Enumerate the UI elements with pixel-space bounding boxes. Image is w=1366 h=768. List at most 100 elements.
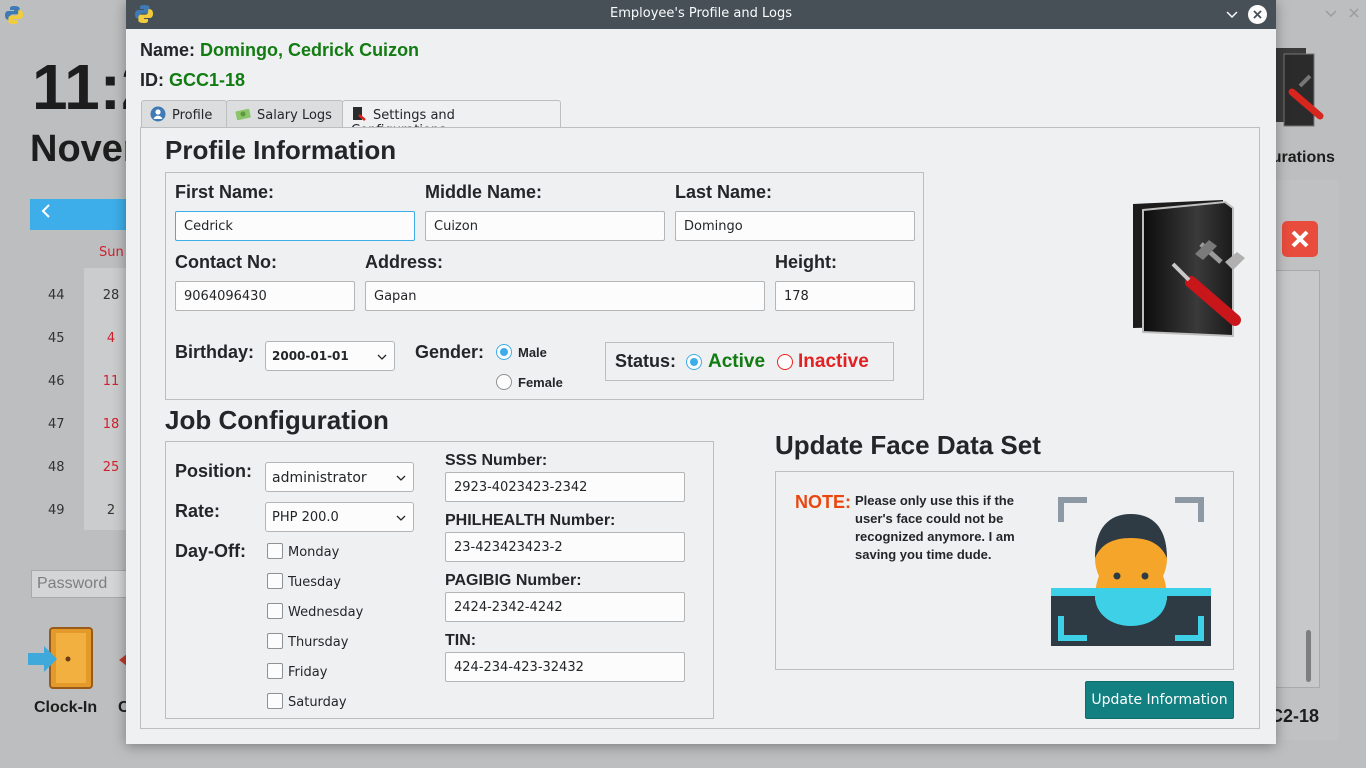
window-title: Employee's Profile and Logs bbox=[610, 6, 792, 21]
chevron-down-icon[interactable] bbox=[1224, 6, 1240, 22]
first-name-label: First Name: bbox=[175, 182, 275, 202]
employee-id: GCC1-18 bbox=[169, 70, 246, 90]
dayoff-thursday-checkbox[interactable] bbox=[267, 633, 283, 649]
date-month: Nover bbox=[30, 128, 138, 170]
settings-folder-icon[interactable] bbox=[1270, 46, 1332, 132]
dayoff-wednesday-label: Wednesday bbox=[288, 605, 364, 620]
job-config-group: Position: administrator Rate: PHP 200.0 … bbox=[165, 441, 714, 719]
face-scan-icon bbox=[1051, 497, 1211, 646]
address-field[interactable]: Gapan bbox=[365, 281, 765, 311]
door-icon[interactable] bbox=[28, 627, 94, 689]
address-label: Address: bbox=[365, 252, 444, 272]
week-number: 44 bbox=[48, 288, 65, 303]
gender-female-label: Female bbox=[518, 375, 563, 390]
dayoff-wednesday-checkbox[interactable] bbox=[267, 603, 283, 619]
height-field[interactable]: 178 bbox=[775, 281, 915, 311]
calendar-day[interactable]: 11 bbox=[100, 374, 122, 389]
tab-salary-logs[interactable]: Salary Logs bbox=[226, 100, 343, 128]
calendar-nav-bar[interactable] bbox=[30, 199, 130, 230]
close-icon[interactable] bbox=[1282, 221, 1318, 257]
close-icon[interactable] bbox=[1248, 5, 1267, 24]
status-active-label: Active bbox=[708, 351, 766, 372]
chevron-down-icon[interactable] bbox=[396, 473, 406, 483]
employee-name: Domingo, Cedrick Cuizon bbox=[200, 40, 420, 60]
job-config-heading: Job Configuration bbox=[165, 405, 389, 435]
dayoff-tuesday-checkbox[interactable] bbox=[267, 573, 283, 589]
employee-name-line: Name: Domingo, Cedrick Cuizon bbox=[140, 40, 419, 61]
close-button[interactable] bbox=[1248, 5, 1267, 24]
logs-list[interactable] bbox=[1270, 270, 1320, 688]
position-select[interactable]: administrator bbox=[265, 462, 414, 492]
status-inactive-radio[interactable] bbox=[777, 354, 793, 370]
update-information-button[interactable]: Update Information bbox=[1085, 681, 1234, 719]
chevron-down-icon[interactable] bbox=[377, 352, 387, 362]
face-data-heading: Update Face Data Set bbox=[775, 430, 1041, 460]
first-name-field[interactable]: Cedrick bbox=[175, 211, 415, 241]
calendar-day[interactable]: 25 bbox=[100, 460, 122, 475]
week-number: 45 bbox=[48, 331, 65, 346]
profile-info-group: First Name: Cedrick Middle Name: Cuizon … bbox=[165, 172, 924, 400]
philhealth-label: PHILHEALTH Number: bbox=[445, 512, 616, 529]
rate-select[interactable]: PHP 200.0 bbox=[265, 502, 414, 532]
face-data-group: NOTE: Please only use this if the user's… bbox=[775, 471, 1234, 670]
calendar-day[interactable]: 18 bbox=[100, 417, 122, 432]
height-label: Height: bbox=[775, 252, 837, 272]
philhealth-field[interactable]: 23-423423423-2 bbox=[445, 532, 685, 562]
user-icon bbox=[150, 106, 166, 122]
profile-info-heading: Profile Information bbox=[165, 135, 397, 165]
dayoff-tuesday-label: Tuesday bbox=[288, 575, 341, 590]
scrollbar-handle[interactable] bbox=[1306, 630, 1311, 682]
note-text: Please only use this if the user's face … bbox=[855, 493, 1015, 562]
middle-name-field[interactable]: Cuizon bbox=[425, 211, 665, 241]
tab-profile[interactable]: Profile bbox=[141, 100, 227, 128]
sss-field[interactable]: 2923-4023423-2342 bbox=[445, 472, 685, 502]
position-label: Position: bbox=[175, 461, 252, 481]
gender-male-label: Male bbox=[518, 345, 547, 360]
note-label: NOTE: bbox=[795, 492, 851, 512]
calendar-day[interactable]: 28 bbox=[100, 288, 122, 303]
dayoff-friday-checkbox[interactable] bbox=[267, 663, 283, 679]
id-label: ID: bbox=[140, 70, 164, 90]
status-active-radio[interactable] bbox=[686, 354, 702, 370]
chevron-down-icon[interactable] bbox=[396, 513, 406, 523]
last-name-field[interactable]: Domingo bbox=[675, 211, 915, 241]
middle-name-label: Middle Name: bbox=[425, 182, 543, 202]
settings-tab-pane: Profile Information First Name: Cedrick … bbox=[140, 127, 1260, 729]
title-bar[interactable]: Employee's Profile and Logs bbox=[126, 0, 1276, 29]
settings-icon bbox=[353, 107, 366, 121]
calendar-day[interactable]: 4 bbox=[100, 331, 122, 346]
gender-label: Gender: bbox=[415, 342, 485, 362]
name-label: Name: bbox=[140, 40, 196, 60]
dayoff-thursday-label: Thursday bbox=[288, 635, 349, 650]
password-input[interactable]: Password bbox=[31, 570, 131, 598]
chevron-left-icon[interactable] bbox=[40, 204, 52, 218]
tin-field[interactable]: 424-234-423-32432 bbox=[445, 652, 685, 682]
dayoff-saturday-checkbox[interactable] bbox=[267, 693, 283, 709]
chevron-down-icon[interactable] bbox=[1323, 5, 1339, 21]
gender-male-radio[interactable] bbox=[496, 344, 512, 360]
close-icon[interactable] bbox=[1346, 5, 1362, 21]
clock-in-label: Clock-In bbox=[34, 699, 98, 716]
pagibig-field[interactable]: 2424-2342-4242 bbox=[445, 592, 685, 622]
rate-label: Rate: bbox=[175, 501, 221, 521]
tab-label: Profile bbox=[172, 108, 213, 123]
birthday-date-picker[interactable]: 2000-01-01 bbox=[265, 341, 395, 371]
status-group: Status: Active Inactive bbox=[605, 342, 894, 381]
calendar-day[interactable]: 2 bbox=[100, 503, 122, 518]
pagibig-label: PAGIBIG Number: bbox=[445, 572, 582, 589]
dayoff-monday-label: Monday bbox=[288, 545, 340, 560]
dayoff-label: Day-Off: bbox=[175, 541, 246, 561]
employee-profile-dialog: Employee's Profile and Logs Name: Doming… bbox=[126, 0, 1276, 744]
dayoff-monday-checkbox[interactable] bbox=[267, 543, 283, 559]
tab-label: Salary Logs bbox=[257, 108, 332, 123]
contact-field[interactable]: 9064096430 bbox=[175, 281, 355, 311]
calendar-sun-header: Sun bbox=[99, 245, 124, 260]
status-inactive-label: Inactive bbox=[798, 351, 869, 372]
dayoff-friday-label: Friday bbox=[288, 665, 328, 680]
sss-label: SSS Number: bbox=[445, 452, 548, 469]
rate-value: PHP 200.0 bbox=[272, 510, 339, 525]
gender-female-radio[interactable] bbox=[496, 374, 512, 390]
tab-settings-and-configurations[interactable]: Settings and Configurations bbox=[342, 100, 561, 138]
week-number: 49 bbox=[48, 503, 65, 518]
birthday-label: Birthday: bbox=[175, 342, 255, 362]
